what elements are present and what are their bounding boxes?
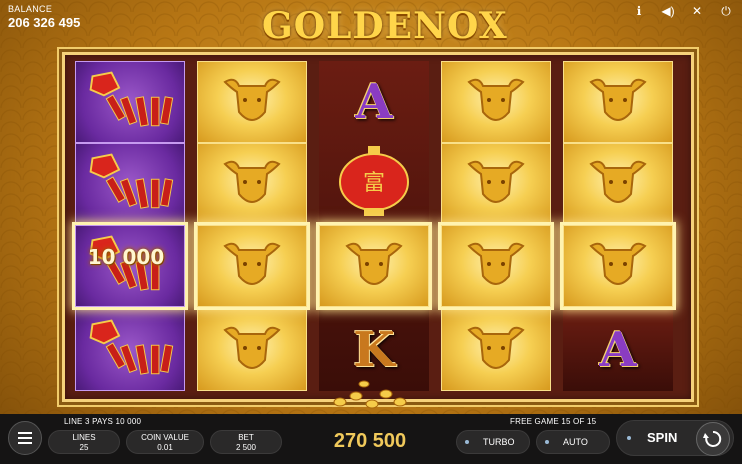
lines-selector[interactable]: LINES 25: [48, 430, 120, 454]
line-win-amount: 10 000: [87, 245, 165, 269]
coin-pile: [333, 380, 407, 409]
auto-label: AUTO: [563, 437, 588, 447]
symbol-ox-winning: [316, 222, 432, 310]
turbo-label: TURBO: [483, 437, 515, 447]
letter-a: A: [355, 74, 393, 130]
symbol-ox: [197, 143, 307, 225]
spin-icon[interactable]: [696, 422, 730, 456]
spin-indicator: [627, 436, 631, 440]
lines-label: LINES: [72, 433, 96, 442]
symbol-ox: [441, 61, 551, 143]
reel-frame: A 富 K A: [62, 52, 694, 402]
symbol-ox-winning: [438, 222, 554, 310]
bet-value: 2 500: [235, 443, 257, 452]
game-logo: GOLDENOX: [262, 5, 508, 47]
top-icons: ℹ ◀) ✕ ⏻: [631, 4, 734, 19]
turbo-indicator: [465, 440, 469, 445]
symbol-firecracker: [75, 143, 185, 225]
reel-2: [194, 61, 310, 391]
sound-icon[interactable]: ◀): [660, 4, 676, 19]
bet-label: BET: [238, 433, 254, 442]
coin-value: 0.01: [157, 443, 173, 452]
auto-indicator: [545, 440, 549, 445]
reel-5: A: [560, 61, 676, 391]
turbo-toggle[interactable]: TURBO: [456, 430, 530, 454]
reel-1: [72, 61, 188, 391]
symbol-ox: [441, 143, 551, 225]
balance-value: 206 326 495: [8, 15, 81, 30]
balance-display: BALANCE 206 326 495: [8, 4, 80, 30]
menu-button[interactable]: [8, 421, 42, 455]
info-icon[interactable]: ℹ: [631, 4, 647, 19]
symbol-ox: [197, 309, 307, 391]
coin-value-label: COIN VALUE: [141, 433, 189, 442]
letter-k: K: [353, 322, 395, 378]
symbol-a: A: [319, 61, 429, 143]
spin-button[interactable]: SPIN: [616, 420, 734, 456]
symbol-ox: [563, 143, 673, 225]
auto-toggle[interactable]: AUTO: [536, 430, 610, 454]
symbol-ox: [441, 309, 551, 391]
total-win-value: 270 500: [333, 430, 407, 452]
lines-value: 25: [79, 443, 89, 452]
letter-a: A: [599, 322, 637, 378]
spin-label: SPIN: [647, 430, 678, 445]
line-pays-info: LINE 3 PAYS 10 000: [64, 417, 142, 426]
free-game-info: FREE GAME 15 OF 15: [510, 417, 597, 426]
symbol-firecracker: [75, 309, 185, 391]
lantern-char: 富: [363, 171, 385, 196]
symbol-ox-winning: [560, 222, 676, 310]
balance-label: BALANCE: [8, 4, 53, 14]
coin-value-selector[interactable]: COIN VALUE 0.01: [126, 430, 204, 454]
symbol-firecracker: [75, 61, 185, 143]
symbol-lantern: 富: [319, 143, 429, 225]
fullscreen-icon[interactable]: ✕: [689, 4, 705, 19]
reel-4: [438, 61, 554, 391]
power-icon[interactable]: ⏻: [718, 4, 734, 19]
reel-3: A 富 K: [316, 61, 432, 391]
hamburger-icon: [18, 432, 32, 444]
bet-selector[interactable]: BET 2 500: [210, 430, 282, 454]
symbol-a: A: [563, 309, 673, 391]
symbol-ox-winning: [194, 222, 310, 310]
symbol-ox: [563, 61, 673, 143]
symbol-ox: [197, 61, 307, 143]
